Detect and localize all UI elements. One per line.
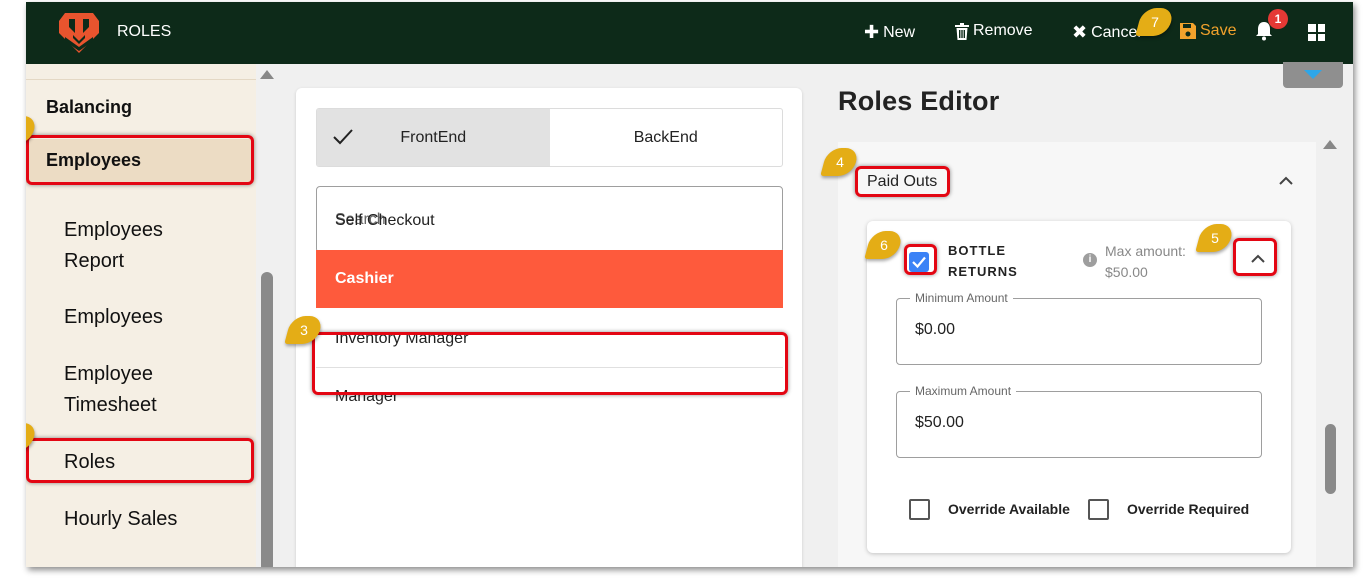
max-amount-value: $50.00 (1105, 264, 1148, 280)
maximum-amount-field[interactable]: Maximum Amount $50.00 (896, 384, 1262, 458)
scroll-up-icon[interactable] (260, 70, 274, 79)
info-icon: i (1083, 253, 1097, 267)
override-available-label: Override Available (948, 501, 1070, 517)
override-available-checkbox[interactable] (909, 499, 930, 520)
app-window: ROLES ✚ New Remove ✖ Cancel Save 1 Balan… (26, 2, 1353, 567)
checkmark-icon (333, 129, 353, 145)
override-required-label: Override Required (1127, 501, 1250, 517)
highlight-roles-item (26, 438, 254, 483)
notification-badge: 1 (1268, 9, 1288, 29)
override-required-checkbox[interactable] (1088, 499, 1109, 520)
annotation-pin: 4 (820, 148, 860, 176)
highlight-bottle-checkbox (904, 244, 937, 275)
close-icon: ✖ (1072, 22, 1088, 42)
new-button[interactable]: ✚ New (864, 22, 915, 43)
page-title: ROLES (117, 23, 172, 40)
maximum-amount-label: Maximum Amount (910, 384, 1017, 398)
chevron-up-icon[interactable] (1278, 174, 1294, 186)
floppy-disk-icon (1180, 23, 1196, 39)
sidebar-scrollbar[interactable] (256, 64, 278, 567)
apps-grid-icon[interactable] (1308, 24, 1325, 41)
item-name: BOTTLE RETURNS (948, 243, 1018, 279)
annotation-pin: 6 (864, 231, 904, 259)
editor-title: Roles Editor (838, 86, 1000, 116)
scrollbar-thumb[interactable] (261, 272, 273, 567)
minimum-amount-label: Minimum Amount (910, 291, 1013, 305)
scrollbar-thumb[interactable] (1325, 424, 1336, 494)
minimum-amount-field[interactable]: Minimum Amount $0.00 (896, 291, 1262, 365)
frontend-backend-toggle: FrontEnd BackEnd (316, 108, 783, 167)
remove-button-label: Remove (973, 22, 1033, 39)
highlight-employees-group (26, 135, 254, 185)
highlight-item-chevron (1233, 238, 1277, 276)
remove-button[interactable]: Remove (955, 22, 1033, 40)
tab-frontend[interactable]: FrontEnd (317, 109, 550, 166)
max-amount-info: Max amount: $50.00 (1105, 241, 1186, 283)
scroll-up-icon[interactable] (1323, 140, 1337, 149)
sidebar-group-balancing[interactable]: Balancing (46, 92, 132, 123)
tab-backend-label: BackEnd (633, 128, 698, 146)
sidebar-item-employees[interactable]: Employees (64, 302, 163, 333)
annotation-pin: 7 (1135, 8, 1175, 36)
sidebar-item-employees-report[interactable]: Employees Report (64, 215, 204, 277)
plus-icon: ✚ (864, 22, 880, 42)
max-amount-label: Max amount: (1105, 243, 1186, 259)
save-button-label: Save (1200, 22, 1237, 39)
sidebar-item-employee-timesheet[interactable]: Employee Timesheet (64, 359, 204, 421)
role-item-cashier[interactable]: Cashier (316, 250, 783, 308)
save-button[interactable]: Save (1180, 22, 1236, 40)
editor-scrollbar[interactable] (1319, 132, 1341, 567)
logo-icon (59, 13, 99, 53)
header-dropdown-toggle[interactable] (1283, 62, 1343, 88)
trash-icon (955, 22, 969, 40)
new-button-label: New (883, 23, 916, 41)
annotation-pin: 5 (1195, 224, 1235, 252)
annotation-pin: 3 (284, 316, 324, 344)
role-item-self-checkout[interactable]: Self Checkout (316, 192, 783, 250)
caret-down-icon (1304, 70, 1322, 79)
highlight-cashier-role (312, 332, 788, 395)
minimum-amount-value: $0.00 (915, 321, 956, 338)
tab-backend[interactable]: BackEnd (550, 109, 783, 166)
sidebar-item-hourly-sales[interactable]: Hourly Sales (64, 504, 177, 535)
cancel-button-label: Cancel (1091, 23, 1141, 41)
tab-frontend-label: FrontEnd (400, 128, 467, 146)
maximum-amount-value: $50.00 (915, 414, 964, 431)
sidebar-divider (26, 79, 256, 80)
highlight-paid-outs (855, 166, 950, 197)
